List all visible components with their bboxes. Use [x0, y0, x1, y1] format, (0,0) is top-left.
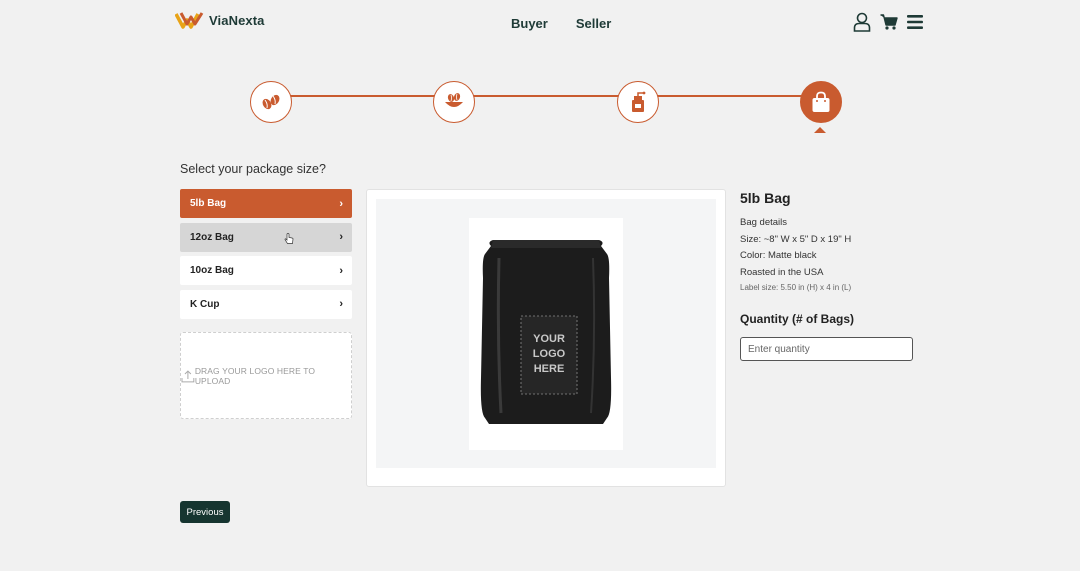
option-12oz-bag[interactable]: 12oz Bag ›: [180, 222, 352, 252]
menu-icon[interactable]: [907, 15, 923, 29]
bag-size: Size: ~8" W x 5" D x 19" H: [740, 233, 852, 245]
option-10oz-bag[interactable]: 10oz Bag ›: [180, 256, 352, 285]
step-grind[interactable]: [617, 81, 659, 123]
option-label: K Cup: [190, 298, 220, 310]
upload-icon: [181, 369, 195, 382]
cart-icon[interactable]: [880, 14, 898, 30]
preview-canvas: YOUR LOGO HERE: [376, 199, 716, 468]
option-label: 5lb Bag: [190, 198, 227, 209]
active-step-caret: [814, 127, 826, 133]
option-5lb-bag[interactable]: 5lb Bag ›: [180, 189, 352, 218]
label-size: Label size: 5.50 in (H) x 4 in (L): [740, 283, 852, 292]
quantity-input[interactable]: [740, 337, 913, 361]
nav-buyer-link[interactable]: Buyer: [511, 16, 548, 31]
bag-preview-panel: YOUR LOGO HERE: [366, 189, 726, 487]
step-package[interactable]: [800, 81, 842, 123]
roasted-coffee-icon: [445, 93, 463, 107]
bag-color: Color: Matte black: [740, 250, 817, 261]
stepper-line: [270, 95, 822, 97]
bag-logo-line-2: LOGO: [533, 348, 566, 360]
details-heading: Bag details: [740, 217, 788, 228]
upload-text: DRAG YOUR LOGO HERE TO UPLOAD: [194, 365, 316, 386]
quantity-label: Quantity (# of Bags): [740, 312, 855, 326]
user-icon[interactable]: [853, 12, 871, 32]
package-options: 5lb Bag › 12oz Bag › 10oz Bag › K Cup ›: [180, 189, 352, 323]
header-icons: [853, 12, 923, 32]
coffee-beans-icon: [262, 94, 280, 110]
logo-upload-dropzone[interactable]: DRAG YOUR LOGO HERE TO UPLOAD: [180, 332, 352, 419]
grinder-icon: [632, 91, 646, 112]
brand-logo[interactable]: ViaNexta: [175, 11, 265, 29]
chevron-right-icon: ›: [339, 197, 343, 210]
bag-origin: Roasted in the USA: [740, 266, 824, 278]
option-label: 12oz Bag: [190, 231, 234, 243]
package-size-prompt: Select your package size?: [180, 162, 326, 176]
vianexta-logo-icon: [175, 12, 204, 29]
bag-title: 5lb Bag: [740, 190, 791, 206]
bag-details: 5lb Bag Bag details Size: ~8" W x 5" D x…: [740, 190, 920, 295]
nav-seller-link[interactable]: Seller: [576, 16, 611, 31]
progress-stepper: [250, 81, 842, 137]
chevron-right-icon: ›: [339, 298, 343, 310]
option-label: 10oz Bag: [190, 265, 234, 276]
main-nav: Buyer Seller: [511, 16, 611, 31]
bag-image: YOUR LOGO HERE: [469, 218, 623, 450]
bag-logo-line-1: YOUR: [533, 333, 565, 345]
brand-name: ViaNexta: [209, 12, 265, 28]
previous-button[interactable]: Previous: [180, 501, 230, 523]
step-beans[interactable]: [250, 81, 292, 123]
step-roast[interactable]: [433, 81, 475, 123]
shopping-bag-icon: [812, 91, 830, 112]
pointer-cursor-icon: [284, 232, 294, 244]
bag-logo-line-3: HERE: [534, 363, 565, 375]
option-k-cup[interactable]: K Cup ›: [180, 289, 352, 319]
chevron-right-icon: ›: [339, 231, 343, 243]
chevron-right-icon: ›: [339, 264, 343, 277]
